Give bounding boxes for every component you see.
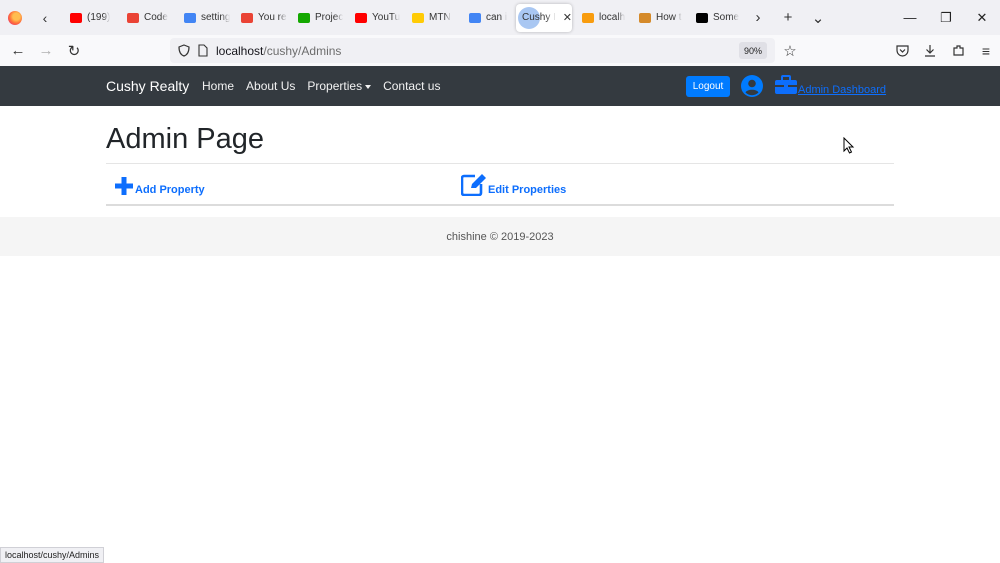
url-bar[interactable]: localhost/cushy/Admins 90% (170, 38, 775, 63)
pocket-icon[interactable] (888, 35, 916, 66)
browser-tab[interactable]: MTN (402, 4, 459, 32)
tracking-shield-icon[interactable] (178, 44, 190, 57)
browser-tab[interactable]: Code (117, 4, 174, 32)
upwork-icon (298, 12, 310, 23)
downloads-icon[interactable] (916, 35, 944, 66)
browser-tab[interactable]: can i (459, 4, 516, 32)
phpmyadmin-icon (582, 12, 594, 23)
mtn-icon (412, 12, 424, 23)
user-circle-icon[interactable] (741, 75, 763, 97)
browser-tab[interactable]: (199) (60, 4, 117, 32)
forward-button[interactable]: → (32, 35, 60, 66)
site-menu: Home About Us Properties Contact us (202, 66, 440, 106)
tab-title: Projec (315, 12, 344, 23)
url-host: localhost (216, 43, 264, 58)
tab-title: setting (201, 12, 231, 23)
edit-properties-label: Edit Properties (488, 184, 567, 196)
browser-nav-bar: ← → ↻ localhost/cushy/Admins 90% ☆ ≡ (0, 35, 1000, 66)
admin-dashboard-link[interactable]: Admin Dashboard (774, 75, 886, 97)
extensions-icon[interactable] (944, 35, 972, 66)
firefox-menu-icon[interactable] (0, 0, 30, 35)
nav-home-link[interactable]: Home (202, 79, 234, 93)
new-tab-button[interactable]: + (773, 0, 803, 35)
close-window-button[interactable]: ✕ (964, 0, 1000, 35)
browser-tab[interactable]: How t (629, 4, 686, 32)
plus-icon (115, 177, 133, 195)
site-navbar: Cushy Realty Home About Us Properties Co… (0, 66, 1000, 106)
nav-properties-dropdown[interactable]: Properties (307, 79, 372, 93)
tab-title: How t (656, 12, 682, 23)
nav-contact-link[interactable]: Contact us (383, 79, 440, 93)
zoom-indicator[interactable]: 90% (738, 42, 767, 59)
caret-down-icon (365, 84, 372, 89)
add-property-link[interactable]: Add Property (114, 172, 205, 196)
youtube-icon (355, 12, 367, 23)
list-all-tabs-button[interactable]: ⌄ (803, 0, 833, 35)
tab-title: YouTu (372, 12, 401, 23)
tab-scroll-right-button[interactable]: › (743, 0, 773, 35)
briefcase-icon (775, 75, 797, 94)
tab-title: MTN (429, 12, 451, 23)
divider (106, 163, 894, 164)
edit-icon (461, 174, 486, 196)
site-footer: chishine © 2019-2023 (0, 217, 1000, 256)
back-button[interactable]: ← (4, 35, 32, 66)
tab-title: Cushy I (522, 12, 556, 23)
footer-text: chishine © 2019-2023 (446, 230, 554, 243)
browser-tab-strip: ‹ (199) Code setting You re Projec YouTu MTN ca… (0, 0, 1000, 35)
reload-button[interactable]: ↻ (60, 35, 88, 66)
page-icon (639, 12, 651, 23)
google-icon (184, 12, 196, 23)
browser-tab[interactable]: Some (686, 4, 743, 32)
page-title: Admin Page (106, 123, 264, 155)
gmail-icon (241, 12, 253, 23)
medium-icon (696, 12, 708, 23)
tab-title: Some (713, 12, 740, 23)
browser-tab[interactable]: YouTu (345, 4, 402, 32)
tab-title: can i (486, 12, 508, 23)
nav-about-link[interactable]: About Us (246, 79, 295, 93)
app-menu-icon[interactable]: ≡ (972, 35, 1000, 66)
browser-tab[interactable]: You re (231, 4, 288, 32)
site-brand[interactable]: Cushy Realty (106, 66, 189, 106)
tab-title: Code (144, 12, 168, 23)
google-icon (469, 12, 481, 23)
nav-properties-label: Properties (307, 79, 363, 93)
add-property-label: Add Property (135, 184, 205, 196)
url-path: /cushy/Admins (263, 43, 342, 58)
browser-tab[interactable]: Projec (288, 4, 345, 32)
youtube-icon (70, 12, 82, 23)
divider (106, 204, 894, 206)
tab-title: You re (258, 12, 287, 23)
edit-properties-link[interactable]: Edit Properties (461, 172, 566, 196)
tab-title: localh (599, 12, 626, 23)
tab-title: (199) (87, 12, 111, 23)
browser-tab[interactable]: Cushy I ✕ (516, 3, 572, 32)
restore-button[interactable]: ❐ (928, 0, 964, 35)
bookmark-star-icon[interactable]: ☆ (779, 35, 801, 66)
logout-button[interactable]: Logout (686, 76, 730, 97)
mouse-cursor-icon (843, 137, 855, 154)
tab-list: (199) Code setting You re Projec YouTu MTN can … (60, 0, 743, 35)
minimize-button[interactable]: — (892, 0, 928, 35)
page-icon (198, 44, 208, 57)
tab-scroll-left-button[interactable]: ‹ (30, 0, 60, 35)
close-tab-icon[interactable]: ✕ (563, 11, 572, 24)
browser-tab[interactable]: localh (572, 4, 629, 32)
status-bar-url: localhost/cushy/Admins (0, 547, 105, 563)
admin-dashboard-label: Admin Dashboard (798, 84, 887, 96)
browser-tab[interactable]: setting (174, 4, 231, 32)
gmail-icon (127, 12, 139, 23)
